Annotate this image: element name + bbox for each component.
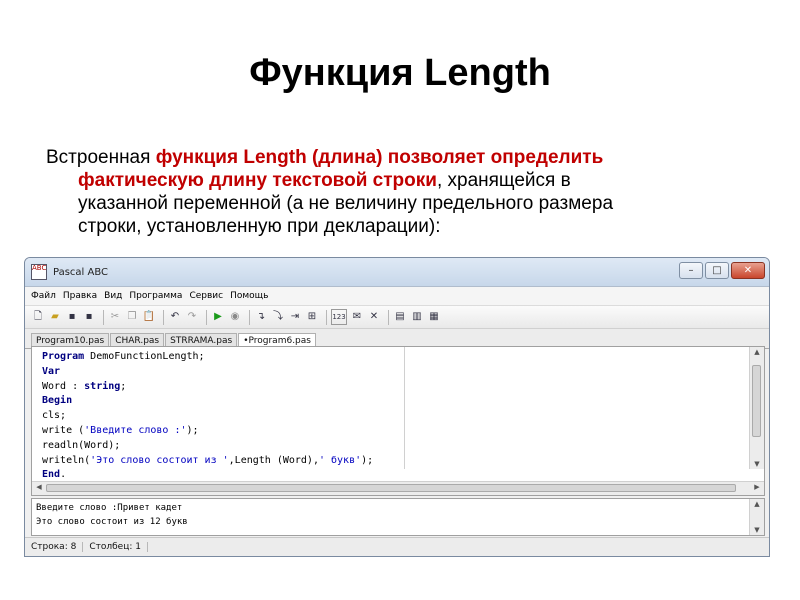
scrollbar-thumb[interactable] [752, 365, 761, 437]
scroll-right-icon[interactable]: ▶ [750, 483, 764, 491]
menu-help[interactable]: Помощь [230, 291, 268, 301]
scroll-up-icon[interactable]: ▲ [750, 348, 764, 356]
code-text-fragment: ,Length (Word), [228, 454, 319, 466]
menu-program[interactable]: Программа [129, 291, 182, 301]
menu-bar: Файл Правка Вид Программа Сервис Помощь [25, 287, 769, 306]
toolbar-separator [163, 309, 164, 325]
code-text-fragment: writeln( [42, 454, 91, 466]
code-string: 'Введите слово :' [84, 424, 187, 436]
code-text-fragment: cls; [42, 410, 67, 422]
pascal-app-icon: ABC [31, 264, 47, 280]
description-line-4: строки, установленную при декларации): [78, 216, 441, 237]
toolbar: 🗋 ▰ ▪ ▪ ✂ ❐ 📋 ↶ ↷ ▶ ◉ ↴ ⤵ ⇥ ⊞ 123 ✉ ✕ ▤ … [25, 306, 769, 329]
scroll-left-icon[interactable]: ◀ [32, 483, 46, 491]
editor-vertical-scrollbar[interactable]: ▲ ▼ [749, 347, 764, 469]
menu-edit[interactable]: Правка [63, 291, 97, 301]
code-text-fragment: DemoFunctionLength; [84, 351, 205, 362]
slide-description: Встроенная функция Length (длина) позвол… [46, 146, 746, 238]
menu-view[interactable]: Вид [104, 291, 122, 301]
code-text-fragment: . [60, 469, 67, 481]
editor-horizontal-scrollbar[interactable]: ◀ ▶ [32, 481, 764, 495]
code-keyword: Var [42, 365, 61, 377]
code-text-fragment: Word : [42, 380, 85, 392]
description-line-3: указанной переменной (а не величину пред… [78, 193, 614, 214]
breakpoint-icon[interactable]: ⊞ [305, 310, 319, 324]
new-file-icon[interactable]: 🗋 [31, 310, 45, 324]
open-icon[interactable]: ▰ [48, 310, 62, 324]
close-button[interactable]: ✕ [731, 262, 765, 279]
slide-title: Функция Length [249, 52, 551, 94]
code-keyword: Program [42, 351, 85, 362]
maximize-button[interactable]: □ [705, 262, 729, 279]
pascal-abc-window: ABC Pascal ABC – □ ✕ Файл Правка Вид Про… [24, 257, 770, 557]
scroll-down-icon[interactable]: ▼ [750, 460, 764, 468]
delete-icon[interactable]: ✕ [367, 310, 381, 324]
output-line: Это слово состоит из 12 букв [36, 517, 188, 527]
code-string: 'Это слово состоит из ' [90, 454, 229, 466]
step-over-icon[interactable]: ⤵ [271, 310, 285, 324]
minimize-button[interactable]: – [679, 262, 703, 279]
redo-icon[interactable]: ↷ [185, 310, 199, 324]
output-panel[interactable]: Введите слово :Привет кадет Это слово со… [31, 498, 765, 536]
window-2-icon[interactable]: ▥ [410, 310, 424, 324]
step-into-icon[interactable]: ↴ [254, 310, 268, 324]
paste-icon[interactable]: 📋 [142, 310, 156, 324]
highlight-text-1: функция Length (длина) позволяет определ… [155, 147, 604, 168]
code-text-fragment: write ( [42, 424, 85, 436]
window-title: Pascal ABC [53, 266, 109, 278]
code-keyword: Begin [42, 395, 73, 407]
cut-icon[interactable]: ✂ [108, 310, 122, 324]
output-text: Введите слово :Привет кадет Это слово со… [36, 501, 188, 529]
toggle-icon[interactable]: ✉ [350, 310, 364, 324]
code-editor[interactable]: Program DemoFunctionLength; Var Word : s… [31, 346, 765, 496]
intro-text: Встроенная [46, 147, 156, 168]
description-line-2: фактическую длину текстовой строки, хран… [46, 169, 746, 192]
run-icon[interactable]: ▶ [211, 310, 225, 324]
output-line: Введите слово :Привет кадет [36, 503, 183, 513]
scrollbar-thumb[interactable] [46, 484, 736, 492]
menu-service[interactable]: Сервис [189, 291, 223, 301]
right-margin-line [404, 347, 405, 469]
status-row: Строка: 8 [25, 542, 84, 552]
status-column: Столбец: 1 [83, 542, 148, 552]
code-text-fragment: readln(Word); [42, 439, 121, 451]
window-1-icon[interactable]: ▤ [393, 310, 407, 324]
code-text: Program DemoFunctionLength; Var Word : s… [42, 350, 373, 483]
code-keyword: string [84, 380, 121, 392]
highlight-text-2: фактическую длину текстовой строки [78, 170, 437, 191]
toolbar-separator [249, 309, 250, 325]
code-text-fragment: ); [186, 424, 199, 436]
run-to-cursor-icon[interactable]: ⇥ [288, 310, 302, 324]
code-text-fragment: ); [361, 454, 374, 466]
scroll-up-icon[interactable]: ▲ [750, 500, 764, 508]
toolbar-separator [388, 309, 389, 325]
code-text-fragment: ; [120, 380, 127, 392]
code-keyword: End [42, 469, 61, 481]
toolbar-separator [103, 309, 104, 325]
scroll-down-icon[interactable]: ▼ [750, 526, 764, 534]
status-bar: Строка: 8 Столбец: 1 [25, 537, 769, 556]
window-controls: – □ ✕ [679, 262, 765, 279]
description-rest: , хранящейся в [436, 170, 571, 191]
save-icon[interactable]: ▪ [65, 310, 79, 324]
menu-file[interactable]: Файл [31, 291, 56, 301]
stop-icon[interactable]: ◉ [228, 310, 242, 324]
toolbar-separator [326, 309, 327, 325]
save-all-icon[interactable]: ▪ [82, 310, 96, 324]
window-3-icon[interactable]: ▦ [427, 310, 441, 324]
toolbar-separator [206, 309, 207, 325]
code-string: ' букв' [318, 454, 362, 466]
output-vertical-scrollbar[interactable]: ▲ ▼ [749, 499, 764, 535]
copy-icon[interactable]: ❐ [125, 310, 139, 324]
window-titlebar[interactable]: ABC Pascal ABC – □ ✕ [25, 258, 769, 287]
undo-icon[interactable]: ↶ [168, 310, 182, 324]
watch-icon[interactable]: 123 [331, 309, 347, 325]
